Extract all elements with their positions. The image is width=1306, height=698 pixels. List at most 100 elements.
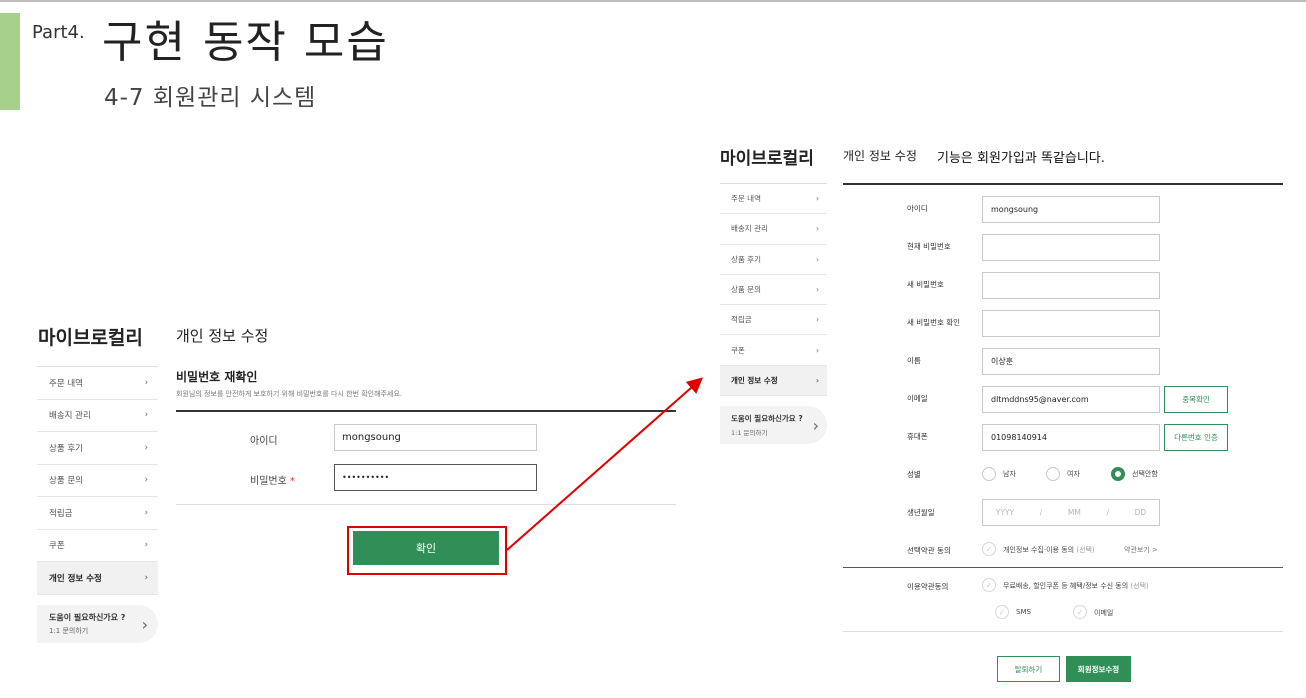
optional-terms-label: 선택약관 동의: [907, 546, 951, 555]
view-terms-link[interactable]: 약관보기 >: [1124, 545, 1158, 555]
chevron-right-icon: ›: [816, 194, 819, 204]
sidebar-item-label: 주문 내역: [49, 378, 83, 389]
annotation-note: 기능은 회원가입과 똑같습니다.: [937, 151, 1105, 166]
page-title: 개인 정보 수정: [176, 327, 269, 345]
form-bottom-divider: [843, 631, 1283, 632]
id-label: 아이디: [250, 436, 278, 447]
birth-year[interactable]: YYYY: [996, 508, 1014, 517]
sidebar-item-inquiries[interactable]: 상품 문의 ›: [37, 465, 158, 497]
section-divider: [176, 410, 676, 412]
chevron-right-icon: ›: [816, 254, 819, 264]
form-bottom-divider: [176, 504, 676, 505]
optional-terms-text-main: 개인정보 수집·이용 동의: [1003, 546, 1075, 554]
part-label: Part4.: [32, 22, 85, 43]
sidebar-item-reviews[interactable]: 상품 후기 ›: [720, 245, 827, 275]
sidebar-item-label: 배송지 관리: [49, 411, 91, 422]
section-description: 회원님의 정보를 안전하게 보호하기 위해 비밀번호를 다시 한번 확인해주세요…: [176, 390, 403, 398]
help-link[interactable]: 도움이 필요하신가요 ? 1:1 문의하기 ›: [720, 406, 827, 444]
sidebar-item-label: 상품 후기: [49, 443, 83, 454]
chevron-right-icon: ›: [144, 540, 148, 551]
sidebar-item-coupons[interactable]: 쿠폰 ›: [37, 530, 158, 562]
name-label: 이름: [907, 356, 921, 365]
sidebar-item-label: 개인 정보 수정: [731, 375, 778, 385]
check-icon[interactable]: ✓: [982, 542, 996, 556]
gender-female-radio[interactable]: [1046, 467, 1060, 481]
chevron-right-icon: ›: [816, 224, 819, 234]
id-input[interactable]: mongsoung: [982, 196, 1160, 223]
required-mark: *: [290, 476, 295, 487]
withdraw-button[interactable]: 탈퇴하기: [997, 656, 1060, 682]
sidebar-item-coupons[interactable]: 쿠폰 ›: [720, 335, 827, 366]
email-input[interactable]: dltmddns95@naver.com: [982, 386, 1160, 413]
sidebar-item-orders[interactable]: 주문 내역 ›: [37, 367, 158, 400]
update-profile-button[interactable]: 회원정보수정: [1066, 656, 1131, 682]
sidebar-item-shipping[interactable]: 배송지 관리 ›: [37, 400, 158, 432]
new-password-input[interactable]: [982, 272, 1160, 299]
terms-divider: [843, 567, 1283, 568]
form-top-divider: [843, 183, 1283, 185]
password-label: 비밀번호 *: [250, 472, 295, 487]
brand-logo[interactable]: 마이브로컬리: [38, 323, 143, 350]
section-title: 비밀번호 재확인: [176, 370, 258, 384]
chevron-right-icon: ›: [141, 614, 148, 634]
terms-label: 이용약관동의: [907, 582, 949, 591]
sidebar-item-reviews[interactable]: 상품 후기 ›: [37, 432, 158, 465]
sidebar-item-profile-edit[interactable]: 개인 정보 수정 ›: [720, 365, 827, 397]
gender-male-radio[interactable]: [982, 467, 996, 481]
check-icon[interactable]: ✓: [995, 605, 1009, 619]
gender-female-label: 여자: [1067, 470, 1080, 478]
id-label: 아이디: [907, 204, 928, 213]
name-input[interactable]: 이상훈: [982, 348, 1160, 375]
help-subtitle: 1:1 문의하기: [731, 429, 768, 437]
slide-title: 구현 동작 모습: [102, 17, 389, 68]
current-password-input[interactable]: [982, 234, 1160, 261]
gender-none-label: 선택안함: [1132, 470, 1158, 478]
birth-day[interactable]: DD: [1135, 508, 1147, 517]
password-label-text: 비밀번호: [250, 476, 287, 487]
gender-label: 성별: [907, 470, 921, 479]
chevron-right-icon: ›: [144, 572, 148, 583]
id-input[interactable]: mongsoung: [334, 424, 537, 451]
sidebar-item-orders[interactable]: 주문 내역 ›: [720, 184, 827, 215]
sidebar-item-points[interactable]: 적립금 ›: [720, 305, 827, 336]
sidebar-item-label: 쿠폰: [731, 345, 745, 355]
sidebar-item-label: 적립금: [731, 315, 752, 325]
new-password-confirm-input[interactable]: [982, 310, 1160, 337]
birth-month[interactable]: MM: [1068, 508, 1081, 517]
help-subtitle: 1:1 문의하기: [49, 627, 89, 635]
sidebar-item-shipping[interactable]: 배송지 관리 ›: [720, 214, 827, 245]
sidebar-item-profile-edit[interactable]: 개인 정보 수정 ›: [37, 562, 158, 595]
highlight-box: [347, 526, 507, 575]
optional-terms-suffix: (선택): [1076, 546, 1095, 554]
password-input[interactable]: ••••••••••: [334, 464, 537, 491]
help-title: 도움이 필요하신가요 ?: [49, 613, 126, 622]
email-consent-label: 이메일: [1094, 609, 1114, 617]
phone-verify-button[interactable]: 다른번호 인증: [1164, 424, 1228, 451]
top-divider: [0, 0, 1306, 2]
slide-accent-bar: [0, 13, 20, 110]
birthdate-input[interactable]: YYYY / MM / DD: [982, 499, 1160, 526]
marketing-consent-suffix: (선택): [1130, 582, 1149, 590]
sidebar-menu: 주문 내역 › 배송지 관리 › 상품 후기 › 상품 문의 › 적립금 › 쿠폰 › 개인…: [37, 366, 158, 595]
email-duplicate-check-button[interactable]: 중복확인: [1164, 386, 1228, 413]
check-icon[interactable]: ✓: [1073, 605, 1087, 619]
sidebar-item-label: 주문 내역: [731, 194, 761, 204]
chevron-right-icon: ›: [816, 345, 819, 355]
sidebar-item-label: 적립금: [49, 508, 73, 519]
new-password-label: 새 비밀번호: [907, 280, 944, 289]
brand-logo[interactable]: 마이브로컬리: [720, 144, 814, 169]
gender-none-radio[interactable]: [1111, 467, 1125, 481]
marketing-consent-main: 무료배송, 할인쿠폰 등 혜택/정보 수신 동의: [1003, 582, 1129, 590]
phone-input[interactable]: 01098140914: [982, 424, 1160, 451]
sms-consent-label: SMS: [1016, 608, 1031, 616]
sidebar-item-label: 쿠폰: [49, 541, 65, 552]
chevron-right-icon: ›: [812, 415, 819, 435]
gender-male-label: 남자: [1003, 470, 1016, 478]
sidebar-item-points[interactable]: 적립금 ›: [37, 497, 158, 530]
chevron-right-icon: ›: [816, 315, 819, 325]
page-title: 개인 정보 수정: [843, 149, 917, 163]
check-icon[interactable]: ✓: [982, 578, 996, 592]
sidebar-item-inquiries[interactable]: 상품 문의 ›: [720, 275, 827, 306]
help-link[interactable]: 도움이 필요하신가요 ? 1:1 문의하기 ›: [37, 605, 158, 643]
email-label: 이메일: [907, 394, 928, 403]
